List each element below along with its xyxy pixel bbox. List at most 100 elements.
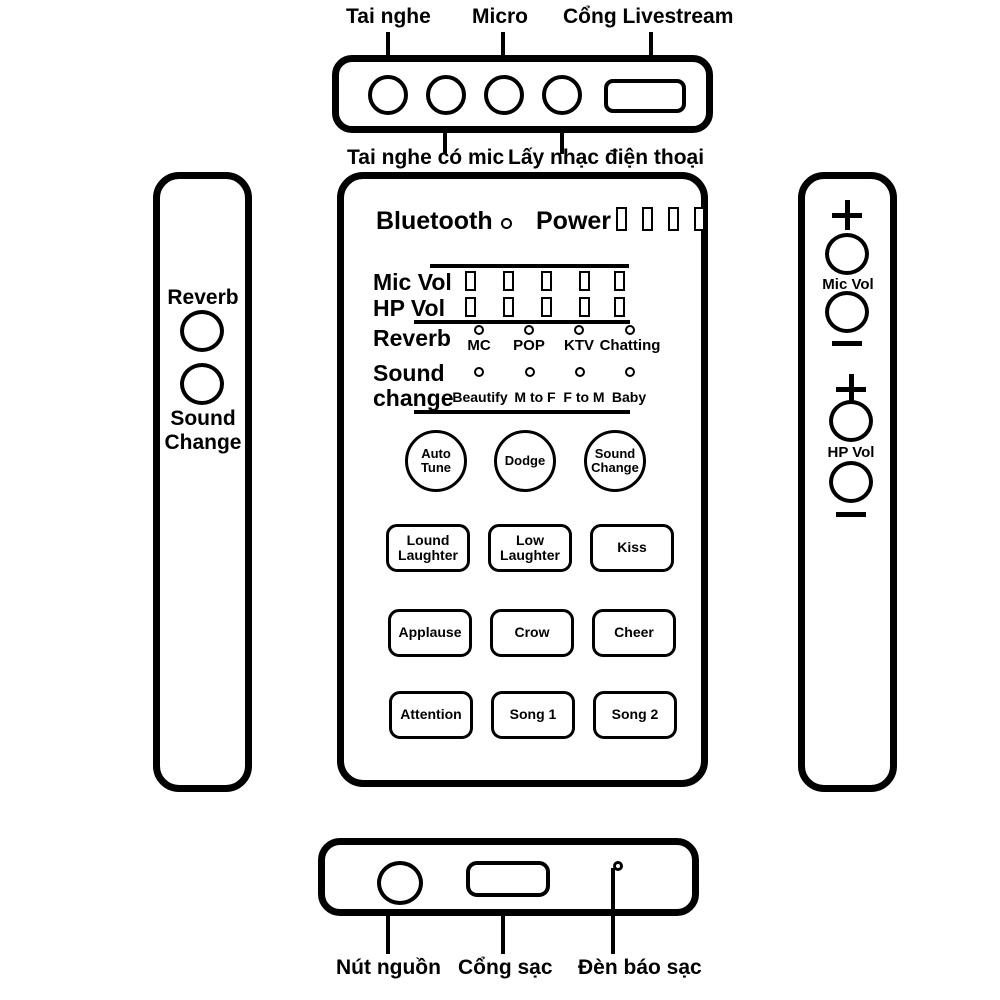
applause-label: Applause xyxy=(398,624,462,641)
dodge-button[interactable]: Dodge xyxy=(494,430,556,492)
left-side-panel xyxy=(153,172,252,792)
kiss-label: Kiss xyxy=(617,539,647,556)
headphone-jack[interactable] xyxy=(368,75,408,115)
sound-change-option-beautify: Beautify xyxy=(452,389,508,405)
microphone-jack[interactable] xyxy=(484,75,524,115)
reverb-button[interactable] xyxy=(180,310,224,352)
leader-livestream xyxy=(649,32,653,56)
divider-top xyxy=(430,264,629,268)
bluetooth-label: Bluetooth xyxy=(376,207,493,235)
low-laughter-label-line1: Low xyxy=(515,531,544,548)
hp-vol-indicator-led xyxy=(465,297,476,317)
power-indicator-led xyxy=(694,207,705,231)
left-sound-change-label-line1: Sound xyxy=(170,407,236,430)
mic-vol-indicator-led xyxy=(465,271,476,291)
song-1-button[interactable]: Song 1 xyxy=(491,691,575,739)
sound-change-option-baby: Baby xyxy=(611,389,647,405)
sound-change-led-f-to-m xyxy=(575,367,585,377)
loud-laughter-label-line2: Laughter xyxy=(398,547,458,563)
mic-vol-down-button[interactable] xyxy=(825,291,869,333)
dodge-label: Dodge xyxy=(504,453,546,469)
callout-headphone: Tai nghe xyxy=(346,5,431,28)
song-2-button[interactable]: Song 2 xyxy=(593,691,677,739)
kiss-button[interactable]: Kiss xyxy=(590,524,674,572)
hp-vol-indicator-led xyxy=(541,297,552,317)
power-button[interactable] xyxy=(377,861,423,905)
callout-headset-mic: Tai nghe có mic xyxy=(347,146,505,169)
main-control-panel: Bluetooth Power Mic Vol HP Vol Reverb MC… xyxy=(337,172,708,787)
auto-tune-button[interactable]: Auto Tune xyxy=(405,430,467,492)
attention-label: Attention xyxy=(400,706,462,723)
reverb-row-label: Reverb xyxy=(373,325,451,351)
sound-change-led-baby xyxy=(625,367,635,377)
reverb-option-mc: MC xyxy=(467,337,491,354)
power-label: Power xyxy=(536,207,612,235)
callout-charge-led: Đèn báo sạc xyxy=(578,956,702,979)
hp-vol-down-button[interactable] xyxy=(829,461,873,503)
hp-vol-indicator-led xyxy=(503,297,514,317)
bottom-connector-panel xyxy=(318,838,699,916)
mic-vol-label: Mic Vol xyxy=(822,276,874,293)
crow-label: Crow xyxy=(514,624,550,641)
loud-laughter-button[interactable]: Lound Laughter xyxy=(386,524,470,572)
crow-button[interactable]: Crow xyxy=(490,609,574,657)
divider-bottom xyxy=(414,410,630,414)
leader-headphone xyxy=(386,32,390,56)
left-sound-change-label-line2: Change xyxy=(164,431,242,454)
mic-vol-minus-icon xyxy=(832,341,862,346)
power-indicator-led xyxy=(668,207,679,231)
left-reverb-label: Reverb xyxy=(167,286,239,309)
leader-power-button xyxy=(386,916,390,954)
reverb-option-pop: POP xyxy=(513,337,545,354)
cheer-label: Cheer xyxy=(614,624,654,641)
song-2-label: Song 2 xyxy=(611,706,659,723)
mic-vol-indicator-led xyxy=(503,271,514,291)
power-indicator-led xyxy=(642,207,653,231)
sound-change-led-m-to-f xyxy=(525,367,535,377)
sound-change-led-beautify xyxy=(474,367,484,377)
attention-button[interactable]: Attention xyxy=(389,691,473,739)
hp-vol-indicator-led xyxy=(614,297,625,317)
mic-vol-indicator-led xyxy=(614,271,625,291)
bluetooth-indicator-led xyxy=(501,218,512,229)
leader-charging-port xyxy=(501,916,505,954)
mic-vol-plus-icon xyxy=(832,200,862,230)
mic-vol-indicator-led xyxy=(541,271,552,291)
applause-button[interactable]: Applause xyxy=(388,609,472,657)
mic-vol-up-button[interactable] xyxy=(825,233,869,275)
hp-vol-indicator-led xyxy=(579,297,590,317)
charging-port[interactable] xyxy=(466,861,550,897)
leader-charge-led xyxy=(611,868,615,954)
divider-middle xyxy=(414,320,630,324)
livestream-port[interactable] xyxy=(604,79,686,113)
sound-change-round-button[interactable]: Sound Change xyxy=(584,430,646,492)
headset-mic-jack[interactable] xyxy=(426,75,466,115)
hp-vol-minus-icon xyxy=(836,512,866,517)
auto-tune-label-line2: Tune xyxy=(420,460,452,475)
reverb-led-mc xyxy=(474,325,484,335)
sound-change-button[interactable] xyxy=(180,363,224,405)
hp-vol-label: HP Vol xyxy=(827,444,875,461)
reverb-option-chatting: Chatting xyxy=(599,337,661,354)
mic-vol-row-label: Mic Vol xyxy=(373,269,452,295)
song-1-label: Song 1 xyxy=(509,706,557,723)
reverb-led-pop xyxy=(524,325,534,335)
low-laughter-button[interactable]: Low Laughter xyxy=(488,524,572,572)
callout-microphone: Micro xyxy=(472,5,529,28)
power-indicator-led xyxy=(616,207,627,231)
sound-change-row-label-line1: Sound xyxy=(373,360,445,386)
loud-laughter-label-line1: Lound xyxy=(406,531,450,548)
low-laughter-label-line2: Laughter xyxy=(500,547,560,563)
cheer-button[interactable]: Cheer xyxy=(592,609,676,657)
phone-audio-jack[interactable] xyxy=(542,75,582,115)
callout-livestream: Cổng Livestream xyxy=(563,5,734,28)
callout-phone-audio: Lấy nhạc điện thoại xyxy=(508,146,705,169)
diagram-canvas: Tai nghe Micro Cổng Livestream Tai nghe … xyxy=(0,0,1000,1000)
callout-charging-port: Cổng sạc xyxy=(458,956,553,979)
sound-change-row-label-line2: change xyxy=(373,385,454,411)
mic-vol-indicator-led xyxy=(579,271,590,291)
reverb-led-chatting xyxy=(625,325,635,335)
callout-power-button: Nút nguồn xyxy=(336,956,441,979)
hp-vol-row-label: HP Vol xyxy=(373,295,445,321)
hp-vol-up-button[interactable] xyxy=(829,400,873,442)
